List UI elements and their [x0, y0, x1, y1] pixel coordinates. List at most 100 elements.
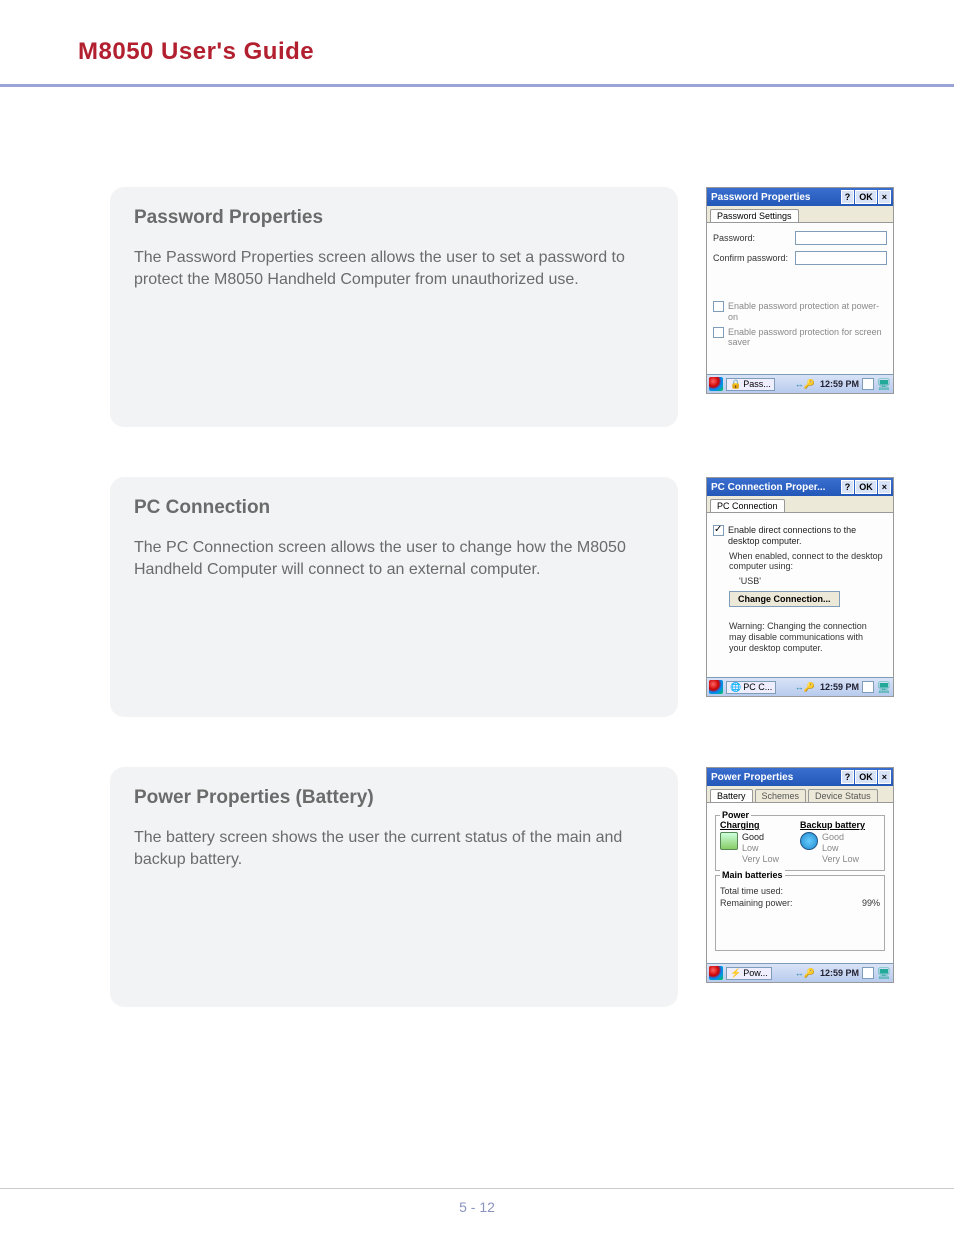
tab-pc-connection[interactable]: PC Connection [710, 499, 785, 512]
change-connection-button[interactable]: Change Connection... [729, 591, 840, 607]
section-heading: Power Properties (Battery) [134, 787, 654, 809]
taskbar-app-button[interactable]: 🔒 Pass... [726, 378, 775, 391]
checkbox-screensaver-label: Enable password protection for screen sa… [728, 327, 887, 349]
password-input[interactable] [795, 231, 887, 245]
tab-battery[interactable]: Battery [710, 789, 753, 802]
checkbox-screensaver-protection[interactable] [713, 327, 724, 338]
dialog-body: Power Charging Good Low Very Low [707, 803, 893, 963]
tab-schemes[interactable]: Schemes [755, 789, 807, 802]
backup-battery-icon [800, 832, 818, 850]
window-titlebar: PC Connection Proper... ? OK × [707, 478, 893, 496]
confirm-password-input[interactable] [795, 251, 887, 265]
tabstrip: Password Settings [707, 206, 893, 223]
tray-network-icon[interactable]: ↔🔑 [795, 682, 815, 693]
taskbar-clock: 12:59 PM [820, 379, 859, 389]
section-text-block: Power Properties (Battery) The battery s… [110, 767, 678, 1007]
start-icon[interactable] [709, 377, 723, 391]
charging-verylow: Very Low [742, 854, 779, 865]
taskbar: 🌐 PC C... ↔🔑 12:59 PM 🖥 [707, 677, 893, 696]
close-button[interactable]: × [878, 770, 891, 784]
label-total-time: Total time used: [720, 886, 783, 896]
section-heading: Password Properties [134, 207, 654, 229]
window-title: PC Connection Proper... [711, 482, 841, 493]
power-icon: ⚡ [730, 968, 741, 979]
backup-low: Low [822, 843, 859, 854]
fieldset-main-batteries: Main batteries Total time used: Remainin… [715, 875, 885, 951]
tray-network-icon[interactable]: ↔🔑 [795, 379, 815, 390]
section-password-properties: Password Properties The Password Propert… [110, 187, 894, 427]
section-body: The PC Connection screen allows the user… [134, 537, 654, 582]
window-title: Password Properties [711, 192, 841, 203]
charging-good: Good [742, 832, 779, 843]
section-body: The Password Properties screen allows th… [134, 247, 654, 292]
help-button[interactable]: ? [841, 190, 855, 204]
dialog-body: Password: Confirm password: Enable passw… [707, 223, 893, 374]
tray-keyboard-icon[interactable] [862, 681, 874, 693]
taskbar-app-button[interactable]: ⚡ Pow... [726, 967, 772, 980]
tray-desktop-icon[interactable]: 🖥 [877, 967, 891, 980]
tray-keyboard-icon[interactable] [862, 967, 874, 979]
close-button[interactable]: × [878, 480, 891, 494]
tab-password-settings[interactable]: Password Settings [710, 209, 799, 222]
charging-low: Low [742, 843, 779, 854]
legend-main: Main batteries [720, 870, 785, 880]
checkbox-poweron-protection[interactable] [713, 301, 724, 312]
backup-verylow: Very Low [822, 854, 859, 865]
close-button[interactable]: × [878, 190, 891, 204]
tray-desktop-icon[interactable]: 🖥 [877, 681, 891, 694]
window-title: Power Properties [711, 772, 841, 783]
globe-icon: 🌐 [730, 682, 741, 693]
tray-keyboard-icon[interactable] [862, 378, 874, 390]
col-charging: Charging [720, 820, 800, 830]
help-button[interactable]: ? [841, 770, 855, 784]
taskbar-clock: 12:59 PM [820, 682, 859, 692]
ok-button[interactable]: OK [855, 190, 877, 204]
taskbar-app-button[interactable]: 🌐 PC C... [726, 681, 776, 694]
ok-button[interactable]: OK [855, 480, 877, 494]
taskbar-app-label: PC C... [743, 682, 772, 692]
window-titlebar: Power Properties ? OK × [707, 768, 893, 786]
section-text-block: Password Properties The Password Propert… [110, 187, 678, 427]
section-text-block: PC Connection The PC Connection screen a… [110, 477, 678, 717]
tray-desktop-icon[interactable]: 🖥 [877, 378, 891, 391]
checkbox-poweron-label: Enable password protection at power-on [728, 301, 887, 323]
battery-icon [720, 832, 738, 850]
start-icon[interactable] [709, 680, 723, 694]
taskbar: ⚡ Pow... ↔🔑 12:59 PM 🖥 [707, 963, 893, 982]
tab-device-status[interactable]: Device Status [808, 789, 878, 802]
lock-icon: 🔒 [730, 379, 741, 390]
taskbar-app-label: Pass... [743, 379, 771, 389]
page-number: 5 - 12 [459, 1199, 495, 1215]
connection-type: 'USB' [739, 576, 887, 587]
fieldset-power: Power Charging Good Low Very Low [715, 815, 885, 871]
window-titlebar: Password Properties ? OK × [707, 188, 893, 206]
screenshot-password-properties: Password Properties ? OK × Password Sett… [706, 187, 894, 394]
dialog-body: Enable direct connections to the desktop… [707, 513, 893, 677]
page-title: M8050 User's Guide [78, 38, 954, 66]
content-area: Password Properties The Password Propert… [0, 87, 954, 1007]
label-password: Password: [713, 233, 791, 243]
label-confirm-password: Confirm password: [713, 253, 791, 263]
taskbar-app-label: Pow... [743, 968, 768, 978]
checkbox-enable-direct-label: Enable direct connections to the desktop… [728, 525, 887, 547]
value-remaining-power: 99% [862, 898, 880, 908]
tray-network-icon[interactable]: ↔🔑 [795, 968, 815, 979]
start-icon[interactable] [709, 966, 723, 980]
connect-using-note: When enabled, connect to the desktop com… [729, 551, 887, 573]
backup-good: Good [822, 832, 859, 843]
col-backup: Backup battery [800, 820, 880, 830]
label-remaining-power: Remaining power: [720, 898, 793, 908]
taskbar: 🔒 Pass... ↔🔑 12:59 PM 🖥 [707, 374, 893, 393]
screenshot-pc-connection: PC Connection Proper... ? OK × PC Connec… [706, 477, 894, 697]
help-button[interactable]: ? [841, 480, 855, 494]
section-pc-connection: PC Connection The PC Connection screen a… [110, 477, 894, 717]
ok-button[interactable]: OK [855, 770, 877, 784]
tabstrip: PC Connection [707, 496, 893, 513]
section-heading: PC Connection [134, 497, 654, 519]
taskbar-clock: 12:59 PM [820, 968, 859, 978]
checkbox-enable-direct[interactable] [713, 525, 724, 536]
screenshot-power-properties: Power Properties ? OK × Battery Schemes … [706, 767, 894, 983]
page-footer: 5 - 12 [0, 1188, 954, 1217]
page-header: M8050 User's Guide [0, 0, 954, 66]
legend-power: Power [720, 810, 751, 820]
